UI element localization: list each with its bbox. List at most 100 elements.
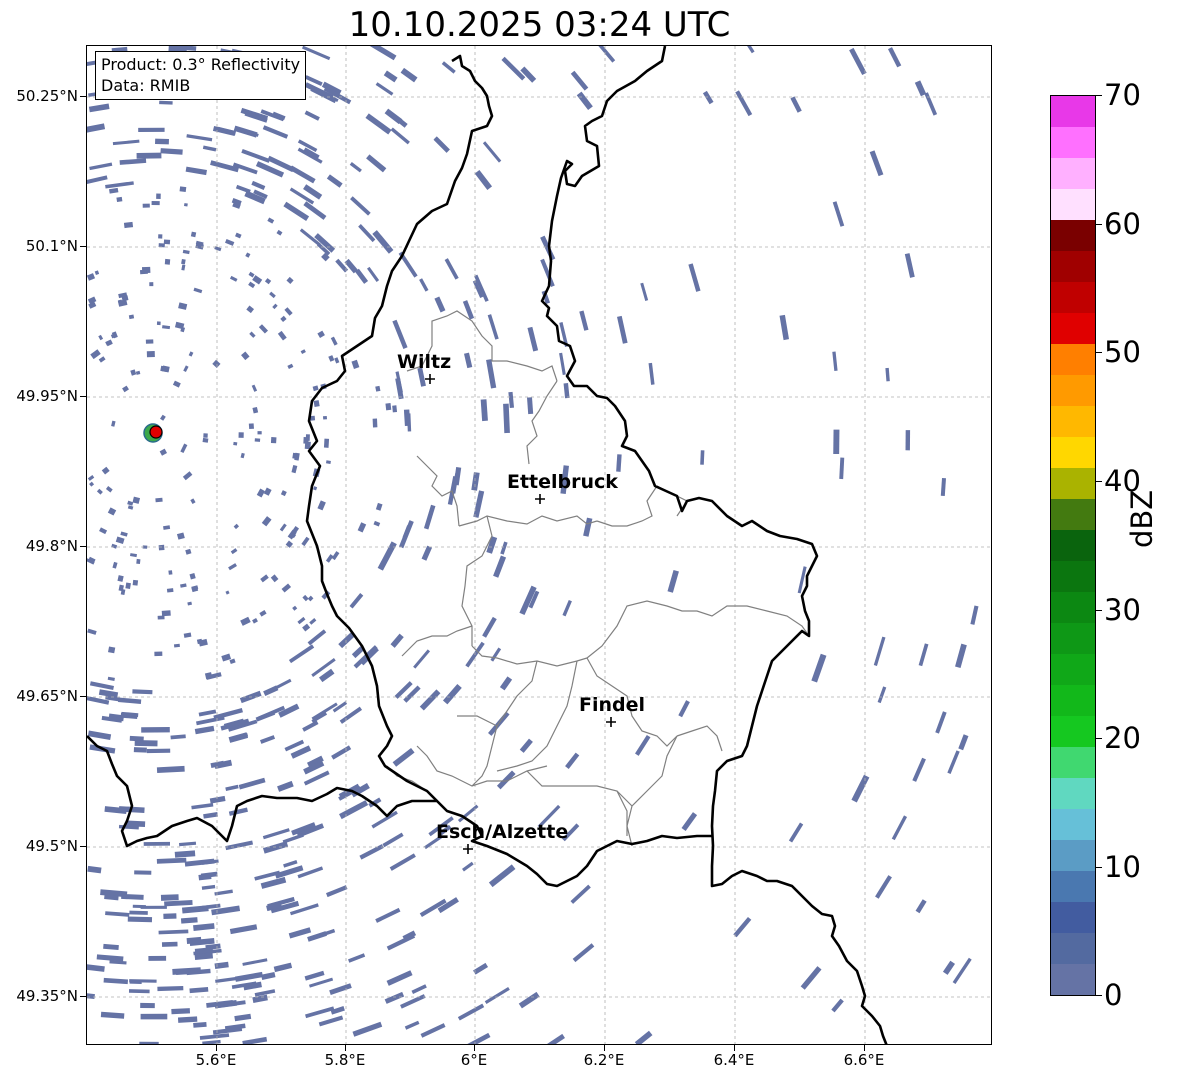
echo-pixel bbox=[351, 359, 360, 369]
echo-pixel bbox=[87, 123, 106, 133]
echo-pixel bbox=[125, 820, 146, 828]
echo-pixel bbox=[140, 1013, 168, 1020]
echo-pixel bbox=[462, 1032, 491, 1044]
echo-pixel bbox=[263, 487, 272, 496]
echo-pixel bbox=[163, 525, 171, 530]
echo-pixel bbox=[464, 352, 473, 369]
echo-pixel bbox=[501, 56, 526, 81]
echo-pixel bbox=[143, 841, 171, 846]
echo-pixel bbox=[348, 953, 366, 963]
echo-pixel bbox=[159, 448, 168, 456]
city-label-ettelbruck: Ettelbruck bbox=[507, 471, 618, 493]
echo-pixel bbox=[565, 752, 580, 769]
echo-pixel bbox=[194, 725, 215, 735]
echo-pixel bbox=[100, 1011, 125, 1019]
colorbar-tick bbox=[1096, 481, 1102, 482]
x-tick-label: 6.2°E bbox=[583, 1051, 625, 1069]
echo-pixel bbox=[598, 46, 616, 63]
echo-pixel bbox=[173, 643, 180, 648]
echo-pixel bbox=[339, 706, 363, 724]
echo-pixel bbox=[383, 70, 398, 83]
echo-pixel bbox=[187, 601, 192, 606]
echo-pixel bbox=[246, 305, 255, 314]
echo-pixel bbox=[788, 822, 804, 843]
echo-pixel bbox=[540, 258, 555, 287]
echo-pixel bbox=[105, 911, 130, 917]
echo-pixel bbox=[101, 466, 110, 475]
echo-pixel bbox=[111, 420, 116, 427]
x-tick-label: 6°E bbox=[460, 1051, 488, 1069]
y-tick-mark bbox=[80, 96, 86, 97]
colorbar-segment bbox=[1051, 251, 1095, 282]
echo-pixel bbox=[368, 46, 397, 61]
echo-pixel bbox=[307, 931, 327, 942]
echo-pixel bbox=[163, 913, 177, 920]
echo-pixel bbox=[109, 187, 119, 194]
echo-pixel bbox=[518, 991, 540, 1009]
echo-pixel bbox=[259, 735, 276, 744]
echo-pixel bbox=[203, 812, 218, 819]
echo-pixel bbox=[462, 861, 474, 872]
echo-pixel bbox=[392, 319, 408, 349]
echo-pixel bbox=[291, 464, 298, 474]
echo-pixel bbox=[87, 628, 97, 635]
echo-pixel bbox=[254, 438, 261, 442]
echo-pixel bbox=[157, 985, 184, 992]
echo-pixel bbox=[952, 957, 972, 984]
echo-pixel bbox=[873, 636, 886, 666]
echo-pixel bbox=[273, 962, 293, 973]
echo-pixel bbox=[160, 148, 183, 155]
x-tick-label: 6.4°E bbox=[713, 1051, 755, 1069]
echo-pixel bbox=[279, 523, 287, 532]
echo-pixel bbox=[434, 296, 446, 313]
y-tick-label: 49.65°N bbox=[16, 687, 78, 705]
echo-pixel bbox=[261, 516, 272, 527]
echo-pixel bbox=[357, 522, 367, 533]
echo-pixel bbox=[209, 795, 226, 804]
echo-pixel bbox=[234, 1013, 252, 1022]
echo-pixel bbox=[212, 125, 236, 136]
echo-pixel bbox=[339, 800, 369, 820]
echo-pixel bbox=[811, 653, 827, 683]
echo-pixel bbox=[128, 314, 135, 320]
echo-pixel bbox=[330, 336, 338, 346]
echo-pixel bbox=[115, 536, 125, 544]
echo-pixel bbox=[241, 148, 271, 163]
y-tick-mark bbox=[80, 546, 86, 547]
echo-pixel bbox=[280, 315, 287, 323]
colorbar-segment bbox=[1051, 344, 1095, 375]
echo-pixel bbox=[108, 646, 116, 654]
echo-pixel bbox=[313, 400, 320, 408]
echo-pixel bbox=[184, 203, 188, 207]
echo-pixel bbox=[904, 253, 915, 278]
echo-pixel bbox=[177, 1016, 198, 1023]
echo-pixel bbox=[372, 230, 394, 254]
echo-pixel bbox=[389, 853, 416, 871]
echo-pixel bbox=[500, 541, 508, 555]
echo-pixel bbox=[88, 103, 110, 113]
echo-pixel bbox=[358, 224, 376, 243]
echo-pixel bbox=[457, 1003, 485, 1021]
radar-map[interactable]: Wiltz Ettelbruck Findel Esch/Alzette bbox=[86, 45, 992, 1045]
echo-pixel bbox=[103, 977, 129, 985]
echo-pixel bbox=[105, 486, 113, 493]
echo-pixel bbox=[527, 397, 534, 415]
echo-pixel bbox=[90, 349, 101, 360]
echo-pixel bbox=[570, 884, 591, 904]
echo-pixel bbox=[248, 271, 255, 278]
y-tick-label: 49.95°N bbox=[16, 387, 78, 405]
echo-pixel bbox=[87, 992, 95, 1000]
echo-pixel bbox=[400, 67, 418, 83]
echo-pixel bbox=[180, 583, 187, 588]
echo-pixel bbox=[260, 876, 287, 889]
echo-pixel bbox=[354, 268, 369, 284]
echo-pixel bbox=[918, 643, 929, 667]
echo-pixel bbox=[132, 496, 141, 504]
echo-pixel bbox=[252, 618, 258, 624]
echo-pixel bbox=[482, 616, 497, 638]
echo-pixel bbox=[156, 193, 161, 199]
echo-pixel bbox=[384, 991, 405, 1004]
echo-pixel bbox=[158, 929, 189, 935]
echo-pixel bbox=[146, 350, 155, 358]
echo-pixel bbox=[242, 1036, 268, 1044]
